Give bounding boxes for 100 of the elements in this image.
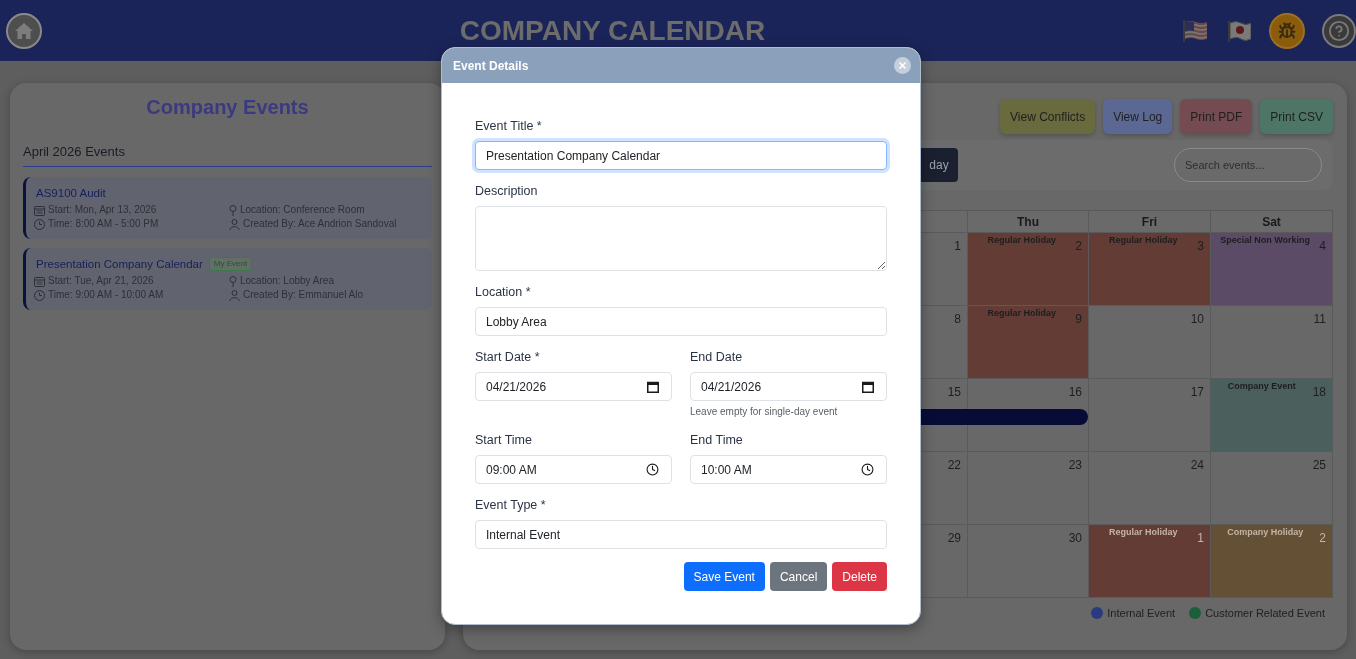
field-label: Start Date *: [475, 349, 541, 365]
day-number: 1: [1197, 531, 1204, 545]
day-number: 24: [1190, 458, 1204, 472]
calendar-day-cell[interactable]: Special Non Working 4: [1211, 233, 1333, 306]
field-label: End Time: [690, 432, 744, 448]
calendar-day-cell[interactable]: 11: [1211, 306, 1333, 379]
legend-label: Customer Related Event: [1205, 605, 1325, 621]
weekday-header: Sat: [1211, 211, 1333, 233]
day-event-label: Company Event: [1227, 380, 1296, 392]
day-number: 8: [954, 312, 961, 326]
weekday-header: Thu: [968, 211, 1089, 233]
close-icon: [894, 57, 911, 74]
day-event-label: Regular Holiday: [1108, 526, 1178, 538]
calendar-day-cell[interactable]: 25: [1211, 452, 1333, 525]
field-label: Start Time: [475, 432, 533, 448]
field-label: Event Title *: [475, 118, 543, 134]
bug-icon: [1278, 21, 1296, 40]
calendar-day-cell[interactable]: 1: [921, 233, 968, 306]
flag-icon[interactable]: [1227, 19, 1251, 42]
section-title: April 2026 Events: [23, 143, 126, 161]
calendar-day-cell[interactable]: 22: [921, 452, 968, 525]
calendar-day-cell[interactable]: Regular Holiday 2: [968, 233, 1089, 306]
calendar-day-cell[interactable]: Regular Holiday 3: [1089, 233, 1211, 306]
field-label: Location *: [475, 284, 532, 300]
dialog-title: Event Details: [453, 57, 529, 75]
event-title: Presentation Company Calendar: [36, 257, 203, 272]
calendar-day-cell[interactable]: Company Holiday 2: [1211, 525, 1333, 598]
view-toggle-button[interactable]: day: [920, 148, 958, 182]
calendar-day-cell[interactable]: 10: [1089, 306, 1211, 379]
day-number: 11: [1313, 312, 1326, 326]
calendar-icon: [34, 204, 45, 216]
text-input-field[interactable]: Lobby Area: [475, 307, 887, 336]
day-number: 16: [1068, 385, 1082, 399]
date-input-field[interactable]: 04/21/2026: [690, 372, 887, 401]
dialog-button[interactable]: Save Event: [683, 562, 765, 591]
calendar-icon[interactable]: [647, 380, 659, 393]
location-pin-icon: [229, 204, 237, 216]
bug-report-button[interactable]: [1269, 12, 1305, 49]
day-number: 2: [1075, 239, 1082, 253]
action-button[interactable]: Print CSV: [1260, 99, 1333, 134]
day-event-label: Company Holiday: [1227, 526, 1304, 538]
day-number: 29: [947, 531, 961, 545]
action-button[interactable]: View Conflicts: [1000, 99, 1096, 134]
calendar-icon[interactable]: [862, 380, 874, 393]
location-pin-icon: [229, 275, 237, 287]
day-number: 23: [1068, 458, 1082, 472]
calendar-icon: [34, 275, 45, 287]
day-number: 10: [1190, 312, 1204, 326]
field-label: Description: [475, 183, 539, 199]
textarea-field[interactable]: [475, 206, 887, 271]
field-help-text: Leave empty for single-day event: [690, 405, 839, 419]
day-event-label: Special Non Working: [1220, 234, 1311, 246]
calendar-day-cell[interactable]: Regular Holiday 1: [1089, 525, 1211, 598]
field-label: End Date: [690, 349, 744, 365]
calendar-day-cell[interactable]: 17: [1089, 379, 1211, 452]
calendar-day-cell[interactable]: Regular Holiday 9: [968, 306, 1089, 379]
calendar-day-cell[interactable]: 29: [921, 525, 968, 598]
time-input-field[interactable]: 09:00 AM: [475, 455, 672, 484]
day-number: 4: [1319, 239, 1326, 253]
action-button[interactable]: Print PDF: [1180, 99, 1253, 134]
close-button[interactable]: [894, 57, 911, 74]
field-label: Event Type *: [475, 497, 547, 513]
day-number: 15: [947, 385, 961, 399]
dialog-button[interactable]: Cancel: [769, 562, 828, 591]
clock-icon[interactable]: [861, 463, 874, 476]
legend-label: Internal Event: [1107, 605, 1176, 621]
home-icon: [15, 22, 33, 39]
day-event-label: Regular Holiday: [987, 234, 1056, 246]
event-detail-text: Created By: Emmanuel Alo: [243, 288, 364, 302]
calendar-day-cell[interactable]: 30: [968, 525, 1089, 598]
help-button[interactable]: [1322, 13, 1356, 48]
clock-icon: [34, 289, 45, 301]
person-icon: [229, 289, 240, 301]
dialog-button[interactable]: Delete: [832, 562, 887, 591]
app-title: COMPANY CALENDAR: [459, 13, 766, 48]
day-number: 22: [947, 458, 961, 472]
person-icon: [229, 218, 240, 230]
event-title: AS9100 Audit: [36, 186, 106, 201]
text-input-field[interactable]: Presentation Company Calendar: [475, 141, 887, 170]
time-input-field[interactable]: 10:00 AM: [690, 455, 887, 484]
calendar-day-cell[interactable]: 24: [1089, 452, 1211, 525]
flag-icon[interactable]: [1183, 19, 1207, 42]
day-number: 30: [1068, 531, 1082, 545]
day-number: 3: [1197, 239, 1204, 253]
date-input-field[interactable]: 04/21/2026: [475, 372, 672, 401]
calendar-day-cell[interactable]: Company Event 18: [1211, 379, 1333, 452]
calendar-day-cell[interactable]: 23: [968, 452, 1089, 525]
search-field[interactable]: Search events...: [1174, 148, 1322, 182]
home-button[interactable]: [6, 12, 42, 49]
day-event-label: Regular Holiday: [1108, 234, 1178, 246]
day-number: 18: [1312, 385, 1326, 399]
clock-icon[interactable]: [646, 463, 659, 476]
weekday-header: Fri: [1089, 211, 1211, 233]
action-button[interactable]: View Log: [1103, 99, 1173, 134]
day-number: 1: [954, 239, 961, 253]
text-input-field[interactable]: Internal Event: [475, 520, 887, 549]
day-event-label: Regular Holiday: [987, 307, 1056, 319]
event-detail-text: Location: Conference Room: [240, 203, 365, 217]
day-number: 2: [1319, 531, 1326, 545]
calendar-day-cell[interactable]: 8: [921, 306, 968, 379]
